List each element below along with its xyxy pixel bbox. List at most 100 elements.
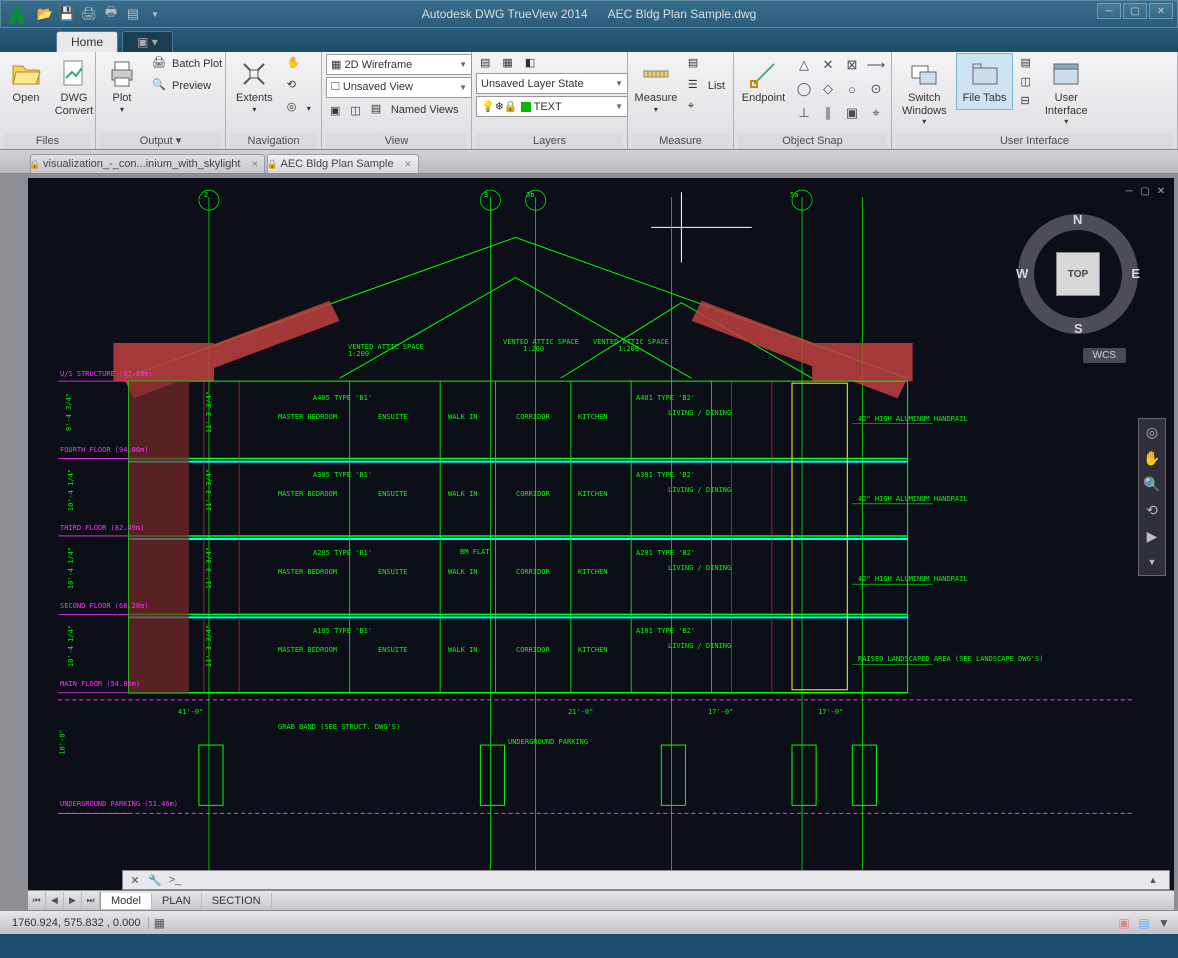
view-box-icon[interactable]: ◫ bbox=[346, 100, 364, 120]
ui-tilev-icon[interactable]: ⊟ bbox=[1016, 92, 1034, 109]
osnap-tangent-icon[interactable]: ○ bbox=[841, 78, 863, 100]
app-title: Autodesk DWG TrueView 2014 bbox=[422, 7, 588, 21]
ui-tileh-icon[interactable]: ◫ bbox=[1016, 73, 1034, 90]
endpoint-icon bbox=[748, 58, 780, 90]
command-input[interactable] bbox=[187, 874, 1145, 886]
user-interface-icon bbox=[1050, 58, 1082, 90]
cmd-close-icon[interactable]: ✕ bbox=[127, 872, 143, 888]
printer-icon bbox=[106, 58, 138, 90]
tab-plugin[interactable]: ▣ ▾ bbox=[122, 31, 173, 52]
sb-model-icon[interactable]: ▣ bbox=[1114, 914, 1134, 932]
dwg-convert-button[interactable]: DWG Convert bbox=[52, 54, 96, 121]
layout-next-icon[interactable]: ▶ bbox=[64, 892, 82, 910]
osnap-grid: △✕⊠⟶ ◯◇○⊙ ⊥∥▣⌖ bbox=[793, 54, 887, 124]
layer-current-combo[interactable]: 💡❄🔒TEXT▼ bbox=[476, 96, 628, 117]
osnap-center-icon[interactable]: ◯ bbox=[793, 78, 815, 100]
list-icon: ☰ bbox=[688, 78, 704, 94]
file-tabs-button[interactable]: File Tabs bbox=[957, 54, 1013, 109]
steering-button[interactable]: ◎▾ bbox=[283, 98, 315, 118]
app-logo[interactable] bbox=[3, 2, 31, 26]
nav-pan-icon[interactable]: ✋ bbox=[1139, 445, 1165, 471]
osnap-extension-icon[interactable]: ⟶ bbox=[865, 54, 887, 76]
nav-collapse-icon[interactable]: ▼ bbox=[1139, 549, 1165, 575]
user-interface-button[interactable]: User Interface▾ bbox=[1039, 54, 1094, 130]
layout-tab-section[interactable]: SECTION bbox=[202, 893, 272, 909]
view-name-combo[interactable]: 🞎 Unsaved View▼ bbox=[326, 77, 472, 98]
osnap-apparent-icon[interactable]: ⊠ bbox=[841, 54, 863, 76]
layout-tab-model[interactable]: Model bbox=[101, 893, 152, 909]
cmd-wrench-icon[interactable]: 🔧 bbox=[147, 872, 163, 888]
tab-home[interactable]: Home bbox=[56, 31, 118, 52]
measure-icon bbox=[640, 58, 672, 90]
sb-tray-icon[interactable]: ▼ bbox=[1154, 914, 1174, 932]
close-tab-icon[interactable]: ✕ bbox=[404, 159, 412, 170]
viewcube[interactable]: TOP N E S W bbox=[1018, 214, 1138, 334]
open-button[interactable]: Open bbox=[4, 54, 48, 109]
osnap-intersection-icon[interactable]: ✕ bbox=[817, 54, 839, 76]
osnap-node-icon[interactable]: ⊙ bbox=[865, 78, 887, 100]
osnap-quadrant-icon[interactable]: ◇ bbox=[817, 78, 839, 100]
qat-save-icon[interactable]: 💾 bbox=[59, 6, 75, 22]
qat-print-icon[interactable]: 🖨 bbox=[81, 6, 97, 22]
layer-state-combo[interactable]: Unsaved Layer State▼ bbox=[476, 73, 628, 94]
nav-orbit-icon[interactable]: ⟲ bbox=[1139, 497, 1165, 523]
nav-wheel-icon[interactable]: ◎ bbox=[1139, 419, 1165, 445]
viewcube-face[interactable]: TOP bbox=[1056, 252, 1100, 296]
measure-button[interactable]: Measure▾ bbox=[632, 54, 680, 118]
preview-button[interactable]: 🔍Preview bbox=[148, 76, 226, 96]
nav-showmotion-icon[interactable]: ▶ bbox=[1139, 523, 1165, 549]
qat-plot-icon[interactable]: ▤ bbox=[125, 6, 141, 22]
preview-icon: 🔍 bbox=[152, 78, 168, 94]
named-views-button[interactable]: ▤Named Views bbox=[367, 100, 463, 120]
layout-last-icon[interactable]: ⏭ bbox=[82, 892, 100, 910]
endpoint-button[interactable]: Endpoint bbox=[738, 54, 789, 109]
close-tab-icon[interactable]: ✕ bbox=[251, 159, 259, 170]
layout-first-icon[interactable]: ⏮ bbox=[28, 892, 46, 910]
orbit-button[interactable]: ⟲ bbox=[283, 76, 315, 96]
panel-title-ui: User Interface bbox=[896, 133, 1173, 149]
close-button[interactable]: ✕ bbox=[1149, 3, 1173, 19]
lock-icon: 🔒 bbox=[266, 159, 277, 170]
id-point-button[interactable]: ⌖ bbox=[684, 98, 729, 118]
maximize-button[interactable]: ▢ bbox=[1123, 3, 1147, 19]
file-tab-inactive[interactable]: 🔒visualization_-_con...inium_with_skylig… bbox=[30, 154, 265, 173]
layer-prop-icon[interactable]: ▤ bbox=[476, 54, 494, 71]
list-button[interactable]: ☰List bbox=[684, 76, 729, 96]
orbit-icon: ⟲ bbox=[287, 78, 303, 94]
layer-iso-icon[interactable]: ◧ bbox=[521, 54, 539, 71]
ui-cascade-icon[interactable]: ▤ bbox=[1016, 54, 1034, 71]
layout-tab-plan[interactable]: PLAN bbox=[152, 893, 202, 909]
osnap-midpoint-icon[interactable]: △ bbox=[793, 54, 815, 76]
layout-prev-icon[interactable]: ◀ bbox=[46, 892, 64, 910]
osnap-insert-icon[interactable]: ▣ bbox=[841, 102, 863, 124]
osnap-perpendicular-icon[interactable]: ⊥ bbox=[793, 102, 815, 124]
batch-plot-button[interactable]: 🖨Batch Plot bbox=[148, 54, 226, 74]
qat-open-icon[interactable]: 📂 bbox=[37, 6, 53, 22]
extents-button[interactable]: Extents▾ bbox=[230, 54, 279, 118]
command-line[interactable]: ✕ 🔧 >_ ▲ bbox=[122, 870, 1170, 890]
qat-dropdown-icon[interactable]: ▼ bbox=[147, 6, 163, 22]
osnap-nearest-icon[interactable]: ⌖ bbox=[865, 102, 887, 124]
quick-props-button[interactable]: ▤ bbox=[684, 54, 729, 74]
pan-button[interactable]: ✋ bbox=[283, 54, 315, 74]
cmd-history-icon[interactable]: ▲ bbox=[1145, 872, 1161, 888]
view-cube-icon[interactable]: ▣ bbox=[326, 100, 344, 120]
section-drawing bbox=[28, 178, 1174, 910]
minimize-button[interactable]: ─ bbox=[1097, 3, 1121, 19]
nav-zoom-icon[interactable]: 🔍 bbox=[1139, 471, 1165, 497]
coordinates[interactable]: 1760.924, 575.832 , 0.000 bbox=[4, 917, 149, 929]
sb-grid-icon[interactable]: ▦ bbox=[149, 914, 169, 932]
sb-layout-icon[interactable]: ▤ bbox=[1134, 914, 1154, 932]
wcs-badge[interactable]: WCS bbox=[1083, 348, 1126, 363]
qat-print2-icon[interactable]: 🖶 bbox=[103, 6, 119, 22]
panel-title-measure: Measure bbox=[632, 133, 729, 149]
drawing-canvas[interactable]: ─ ▢ ✕ bbox=[28, 178, 1174, 910]
switch-windows-button[interactable]: Switch Windows▾ bbox=[896, 54, 953, 130]
layer-states-icon[interactable]: ▦ bbox=[498, 54, 516, 71]
props-icon: ▤ bbox=[688, 56, 704, 72]
title-bar: 📂 💾 🖨 🖶 ▤ ▼ Autodesk DWG TrueView 2014 A… bbox=[0, 0, 1178, 28]
osnap-parallel-icon[interactable]: ∥ bbox=[817, 102, 839, 124]
visual-style-combo[interactable]: ▦ 2D Wireframe▼ bbox=[326, 54, 472, 75]
plot-button[interactable]: Plot▾ bbox=[100, 54, 144, 118]
file-tab-active[interactable]: 🔒AEC Bldg Plan Sample✕ bbox=[267, 154, 418, 173]
